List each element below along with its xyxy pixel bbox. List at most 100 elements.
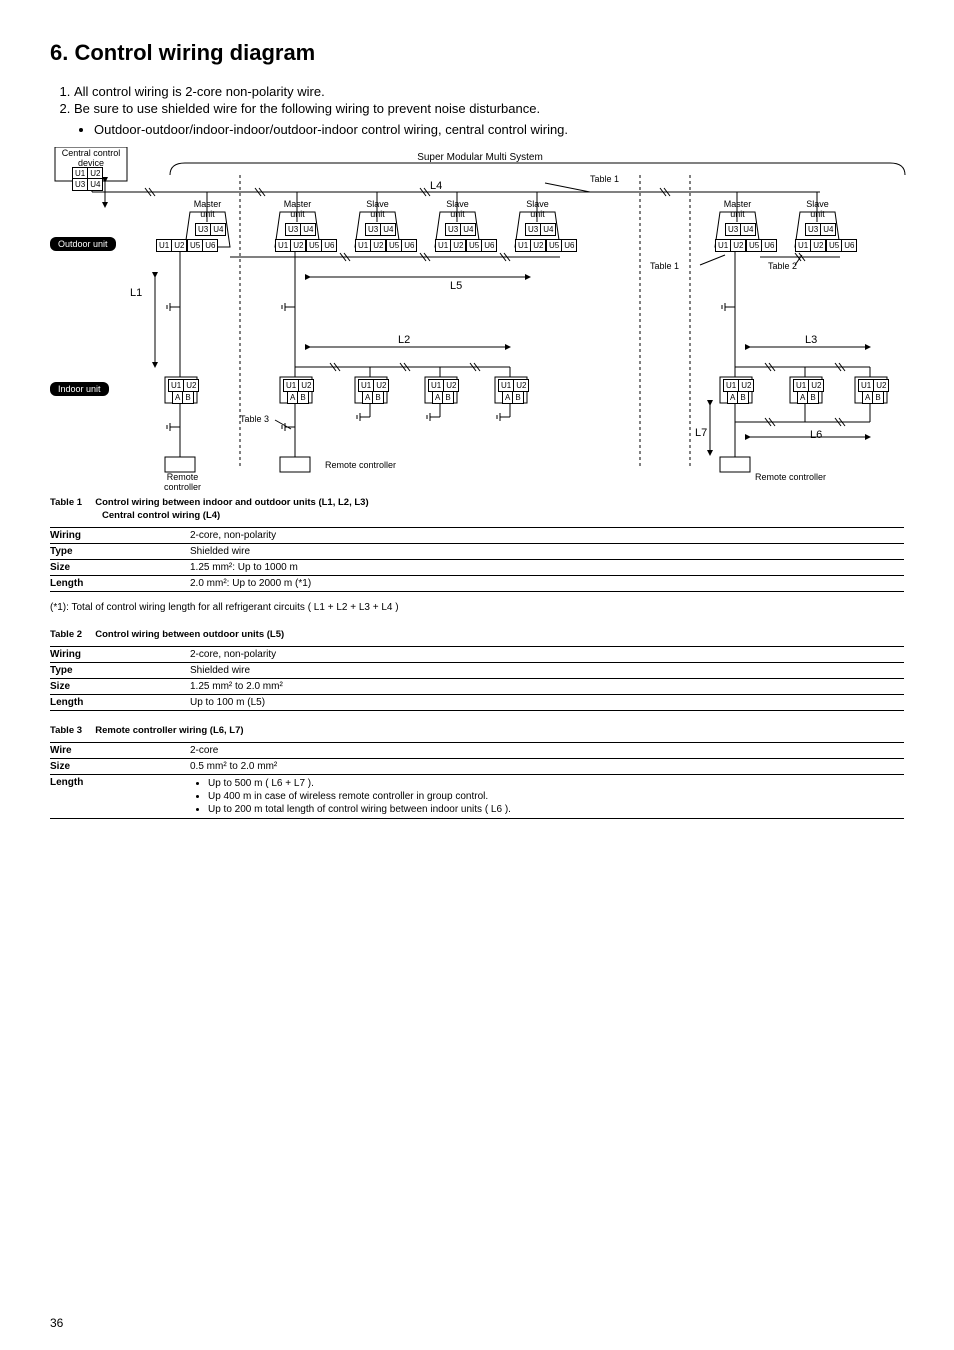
intro-sub-1: Outdoor-outdoor/indoor-indoor/outdoor-in… <box>94 122 904 137</box>
iu5-ab: AB <box>502 391 524 404</box>
table1-ref-top: Table 1 <box>590 175 619 185</box>
ou7-u5u6: U5U6 <box>826 239 857 252</box>
ou5-role: Slave unit <box>520 200 555 220</box>
iu1-ab: AB <box>172 391 194 404</box>
t1-type-k: Type <box>50 544 190 560</box>
table2-ref-g3: Table 2 <box>768 262 797 272</box>
t3-len2: Up 400 m in case of wireless remote cont… <box>208 790 904 803</box>
ou4-u1u2: U1U2 <box>435 239 466 252</box>
table2-subtitle: Control wiring between outdoor units (L5… <box>95 629 284 640</box>
ou7-u1u2: U1U2 <box>795 239 826 252</box>
intro-list: All control wiring is 2-core non-polarit… <box>50 84 904 116</box>
ou6-u5u6: U5U6 <box>746 239 777 252</box>
table2-section: Table 2 Control wiring between outdoor u… <box>50 629 904 711</box>
ou4-u5u6: U5U6 <box>466 239 497 252</box>
t3-length-k: Length <box>50 775 190 819</box>
t3-length-v: Up to 500 m ( L6 + L7 ). Up 400 m in cas… <box>190 775 904 819</box>
ou5-u3u4: U3U4 <box>525 223 556 236</box>
t3-wire-k: Wire <box>50 743 190 759</box>
ou5-u5u6: U5U6 <box>546 239 577 252</box>
t2-type-k: Type <box>50 663 190 679</box>
l1-label: L1 <box>130 287 142 299</box>
indoor-badge: Indoor unit <box>50 382 109 396</box>
iu8-ab: AB <box>862 391 884 404</box>
t2-type-v: Shielded wire <box>190 663 904 679</box>
table3: Wire2-core Size0.5 mm² to 2.0 mm² Length… <box>50 742 904 819</box>
table1: Wiring2-core, non-polarity TypeShielded … <box>50 527 904 592</box>
wiring-diagram: Central control device U1U2 U3U4 Super M… <box>50 147 910 487</box>
central-control-label: Central control device <box>56 149 126 169</box>
ou3-u1u2: U1U2 <box>355 239 386 252</box>
iu7-ab: AB <box>797 391 819 404</box>
table1-section: Table 1 Control wiring between indoor an… <box>50 497 904 592</box>
l2-label: L2 <box>398 334 410 346</box>
ou1-u3u4: U3U4 <box>195 223 226 236</box>
central-u3u4: U3U4 <box>72 178 103 191</box>
t3-size-k: Size <box>50 759 190 775</box>
remote1-label: Remote controller <box>160 473 205 493</box>
l7-label: L7 <box>695 427 707 439</box>
l5-label: L5 <box>450 280 462 292</box>
ou4-u3u4: U3U4 <box>445 223 476 236</box>
outdoor-badge: Outdoor unit <box>50 237 116 251</box>
t3-len3: Up to 200 m total length of control wiri… <box>208 803 904 816</box>
l6-label: L6 <box>810 429 822 441</box>
t1-size-v: 1.25 mm²: Up to 1000 m <box>190 560 904 576</box>
iu6-ab: AB <box>727 391 749 404</box>
t2-length-k: Length <box>50 695 190 711</box>
ou1-u1u2: U1U2 <box>156 239 187 252</box>
ou6-u1u2: U1U2 <box>715 239 746 252</box>
ou6-u3u4: U3U4 <box>725 223 756 236</box>
ou6-role: Master unit <box>720 200 755 220</box>
table3-caption: Table 3 <box>50 725 82 736</box>
intro-item-2: Be sure to use shielded wire for the fol… <box>74 101 904 116</box>
iu3-ab: AB <box>362 391 384 404</box>
section-heading: 6. Control wiring diagram <box>50 40 904 66</box>
t2-size-v: 1.25 mm² to 2.0 mm² <box>190 679 904 695</box>
table3-section: Table 3 Remote controller wiring (L6, L7… <box>50 725 904 819</box>
t2-size-k: Size <box>50 679 190 695</box>
intro-sublist: Outdoor-outdoor/indoor-indoor/outdoor-in… <box>50 122 904 137</box>
t2-wiring-k: Wiring <box>50 647 190 663</box>
page-number: 36 <box>50 1316 63 1330</box>
footnote-1: (*1): Total of control wiring length for… <box>50 602 904 613</box>
system-title: Super Modular Multi System <box>380 152 580 163</box>
remote2-label: Remote controller <box>325 461 396 471</box>
ou3-u5u6: U5U6 <box>386 239 417 252</box>
ou3-role: Slave unit <box>360 200 395 220</box>
table2: Wiring2-core, non-polarity TypeShielded … <box>50 646 904 711</box>
table2-caption: Table 2 <box>50 629 82 640</box>
t2-wiring-v: 2-core, non-polarity <box>190 647 904 663</box>
l3-label: L3 <box>805 334 817 346</box>
table1-subtitle1: Control wiring between indoor and outdoo… <box>95 497 368 508</box>
table1-caption: Table 1 <box>50 497 82 508</box>
remote3-label: Remote controller <box>755 473 826 483</box>
ou1-role: Master unit <box>190 200 225 220</box>
ou7-u3u4: U3U4 <box>805 223 836 236</box>
ou3-u3u4: U3U4 <box>365 223 396 236</box>
ou5-u1u2: U1U2 <box>515 239 546 252</box>
iu2-ab: AB <box>287 391 309 404</box>
t3-size-v: 0.5 mm² to 2.0 mm² <box>190 759 904 775</box>
l4-label: L4 <box>430 180 442 192</box>
ou2-role: Master unit <box>280 200 315 220</box>
t1-type-v: Shielded wire <box>190 544 904 560</box>
table1-ref-g3: Table 1 <box>650 262 679 272</box>
ou4-role: Slave unit <box>440 200 475 220</box>
ou1-u5u6: U5U6 <box>187 239 218 252</box>
intro-item-1: All control wiring is 2-core non-polarit… <box>74 84 904 99</box>
diagram-svg <box>50 147 910 487</box>
ou2-u3u4: U3U4 <box>285 223 316 236</box>
ou2-u1u2: U1U2 <box>275 239 306 252</box>
t1-length-k: Length <box>50 576 190 592</box>
t1-length-v: 2.0 mm²: Up to 2000 m (*1) <box>190 576 904 592</box>
table3-ref: Table 3 <box>240 415 269 425</box>
t3-len1: Up to 500 m ( L6 + L7 ). <box>208 777 904 790</box>
table3-subtitle: Remote controller wiring (L6, L7) <box>95 725 243 736</box>
t3-wire-v: 2-core <box>190 743 904 759</box>
ou2-u5u6: U5U6 <box>306 239 337 252</box>
table1-subtitle2: Central control wiring (L4) <box>102 510 904 521</box>
t1-wiring-k: Wiring <box>50 528 190 544</box>
t1-size-k: Size <box>50 560 190 576</box>
t1-wiring-v: 2-core, non-polarity <box>190 528 904 544</box>
